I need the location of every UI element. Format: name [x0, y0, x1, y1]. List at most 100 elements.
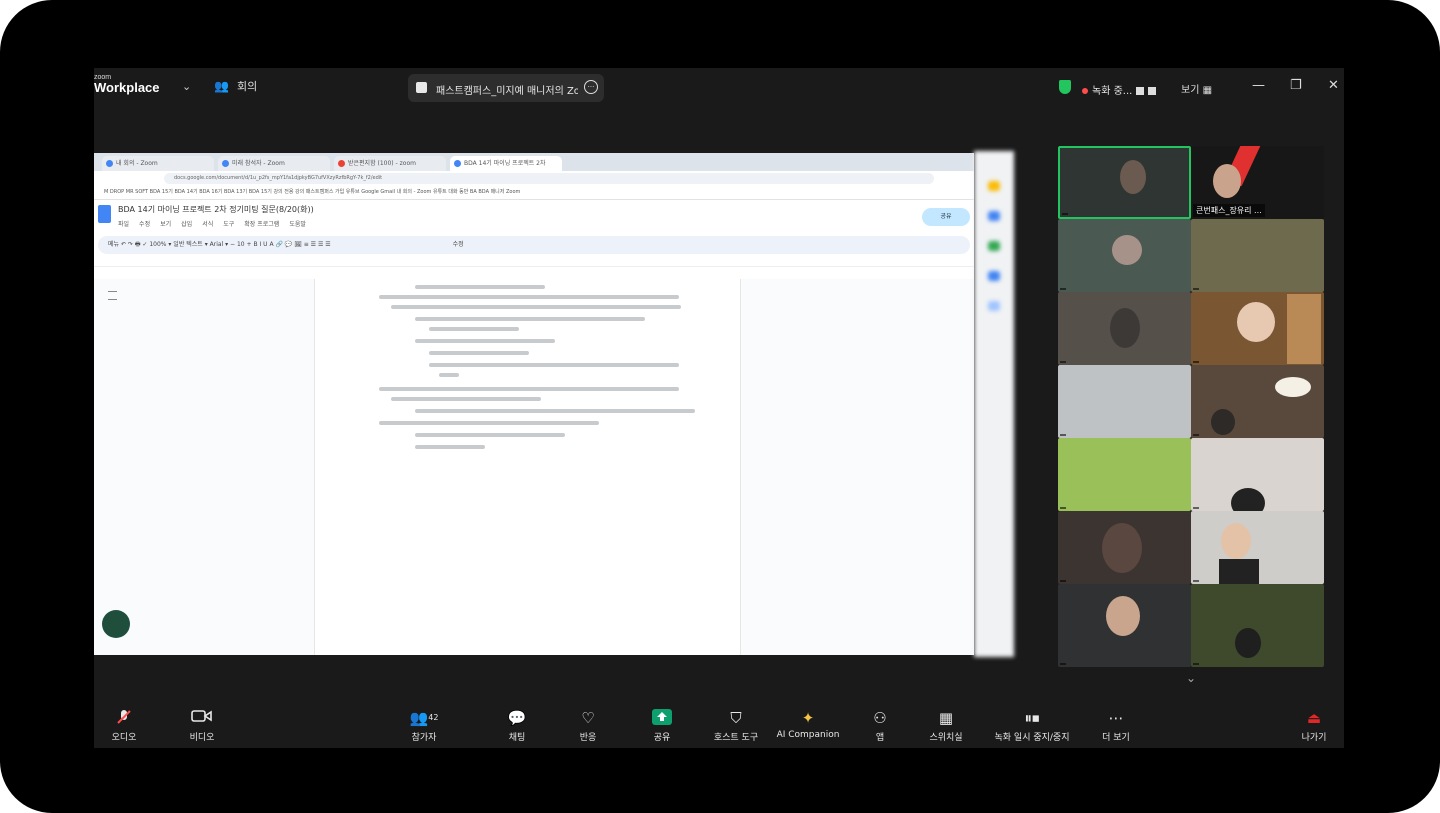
chevron-down-icon[interactable]: ⌄ [182, 80, 191, 93]
participant-tile[interactable] [1191, 219, 1324, 292]
calendar-icon[interactable] [988, 301, 1000, 311]
participant-tile[interactable] [1058, 584, 1191, 667]
chat-icon: 💬 [507, 709, 527, 727]
doc-menu-item[interactable]: 파일 [118, 221, 129, 228]
participant-face [1213, 164, 1241, 198]
participant-tile[interactable]: 큰번패스_장유리 ... [1191, 146, 1324, 219]
text-line [391, 397, 541, 401]
browser-tab[interactable]: 받은편지함 (100) - zoom [334, 156, 446, 171]
participant-tile[interactable] [1058, 365, 1191, 438]
chevron-down-icon[interactable]: ⌄ [1186, 671, 1196, 685]
title-bar: zoom Workplace ⌄ 👥 회의 패스트캠퍼스_미지예 매니저의 Zoo… [94, 68, 1344, 106]
summary-button[interactable]: ▦ 스위치실 [916, 708, 976, 743]
logo-bottom: Workplace [94, 80, 160, 95]
participant-tile[interactable] [1191, 365, 1324, 438]
keep-icon[interactable] [988, 181, 1000, 191]
close-icon[interactable]: ✕ [1328, 78, 1339, 93]
meeting-menu[interactable]: 👥 회의 [214, 78, 257, 94]
doc-menu-item[interactable]: 보기 [160, 221, 171, 228]
doc-menu-item[interactable]: 수정 [139, 221, 150, 228]
recording-text: 녹화 중... [1092, 86, 1133, 97]
participant-tile[interactable] [1058, 292, 1191, 365]
doc-menu-item[interactable]: 도구 [223, 221, 234, 228]
shared-screen: 내 회의 - Zoom 미래 참석자 - Zoom 받은편지함 (100) - … [94, 153, 974, 655]
browser-tab[interactable]: 미래 참석자 - Zoom [218, 156, 330, 171]
ai-companion-button[interactable]: ✦ AI Companion [772, 708, 844, 740]
ellipsis-icon: ⋯ [1108, 709, 1124, 727]
participant-name [1193, 580, 1199, 582]
apps-button[interactable]: ⚇ 앱 [850, 708, 910, 743]
participant-name [1060, 663, 1066, 665]
edit-mode[interactable]: 수정 [453, 241, 464, 248]
doc-menu-item[interactable]: 서식 [202, 221, 213, 228]
participant-face [1106, 596, 1140, 636]
participant-tile[interactable] [1191, 438, 1324, 511]
contacts-icon[interactable] [988, 241, 1000, 251]
participants-button[interactable]: 👥42 참가자 [394, 708, 454, 743]
minimize-icon[interactable]: — [1252, 78, 1265, 93]
text-line [415, 409, 695, 413]
text-line [429, 363, 679, 367]
pause-stop-icon: ⏸⏹ [1024, 709, 1040, 727]
share-screen-button[interactable]: 공유 [632, 708, 692, 743]
participant-face [1235, 628, 1261, 658]
stop-icon[interactable] [1148, 87, 1157, 95]
meeting-info-icon [416, 82, 427, 93]
doc-menu-item[interactable]: 삽입 [181, 221, 192, 228]
participant-tile[interactable] [1191, 511, 1324, 584]
participant-tile[interactable] [1191, 292, 1324, 365]
participant-tile[interactable] [1058, 438, 1191, 511]
maps-icon[interactable] [988, 271, 1000, 281]
meeting-title-pill[interactable]: 패스트캠퍼스_미지예 매니저의 Zoom 회의 ··· [408, 74, 604, 102]
pause-icon[interactable] [1136, 87, 1145, 95]
doc-menu-item[interactable]: 도움말 [289, 221, 306, 228]
edit-fab-button[interactable] [102, 610, 130, 638]
participant-face [1112, 235, 1142, 265]
view-menu[interactable]: 보기 ▦ [1181, 81, 1212, 96]
recording-indicator[interactable]: 녹화 중... [1082, 82, 1157, 97]
host-tools-button[interactable]: ⛉ 호스트 도구 [706, 708, 766, 743]
view-label: 보기 [1181, 85, 1200, 96]
device-frame: zoom Workplace ⌄ 👥 회의 패스트캠퍼스_미지예 매니저의 Zoo… [0, 0, 1440, 813]
text-line [379, 421, 599, 425]
participant-gallery: 큰번패스_장유리 ... [1058, 146, 1324, 667]
ai-companion-label: AI Companion [776, 730, 840, 740]
chat-button[interactable]: 💬 채팅 [487, 708, 547, 743]
tab-label: BDA 14기 마이닝 프로젝트 2차 [464, 160, 546, 167]
tasks-icon[interactable] [988, 211, 1000, 221]
leave-button[interactable]: ⏏ 나가기 [1284, 708, 1344, 743]
browser-tab-active[interactable]: BDA 14기 마이닝 프로젝트 2차 [450, 156, 562, 171]
summary-label: 스위치실 [929, 733, 963, 743]
text-line [415, 317, 645, 321]
browser-tab[interactable]: 내 회의 - Zoom [102, 156, 214, 171]
doc-menu-item[interactable]: 확장 프로그램 [244, 221, 279, 228]
react-label: 반응 [579, 733, 597, 743]
video-button[interactable]: 비디오 [172, 708, 232, 743]
participant-tile[interactable] [1058, 511, 1191, 584]
record-button[interactable]: ⏸⏹ 녹화 일시 중지/중지 [984, 708, 1080, 743]
document-page[interactable] [314, 279, 741, 655]
text-line [439, 373, 459, 377]
react-button[interactable]: ♡ 반응 [558, 708, 618, 743]
participant-tile[interactable] [1191, 584, 1324, 667]
participant-tile[interactable] [1058, 219, 1191, 292]
text-line [415, 339, 555, 343]
shield-icon[interactable] [1059, 80, 1071, 94]
docs-icon[interactable] [98, 205, 111, 223]
doc-share-button[interactable]: 공유 [922, 208, 970, 226]
bookshelf [1287, 294, 1321, 364]
more-icon[interactable]: ··· [584, 80, 598, 94]
doc-title: BDA 14기 마이닝 프로젝트 2차 정기미팅 질문(8/20(화)) [118, 205, 314, 214]
participant-face [1211, 409, 1235, 435]
text-line [429, 351, 529, 355]
participant-name [1060, 361, 1066, 363]
participant-name [1060, 288, 1066, 290]
audio-button[interactable]: 오디오 [94, 708, 154, 743]
participant-tile-active-speaker[interactable] [1058, 146, 1191, 219]
outline-icon[interactable] [108, 291, 117, 300]
address-bar[interactable]: docs.google.com/document/d/1u_p2fs_mpY1f… [164, 173, 934, 184]
participant-name [1193, 434, 1199, 436]
shirt [1219, 559, 1259, 584]
more-button[interactable]: ⋯ 더 보기 [1086, 708, 1146, 743]
restore-icon[interactable]: ❐ [1290, 78, 1302, 93]
